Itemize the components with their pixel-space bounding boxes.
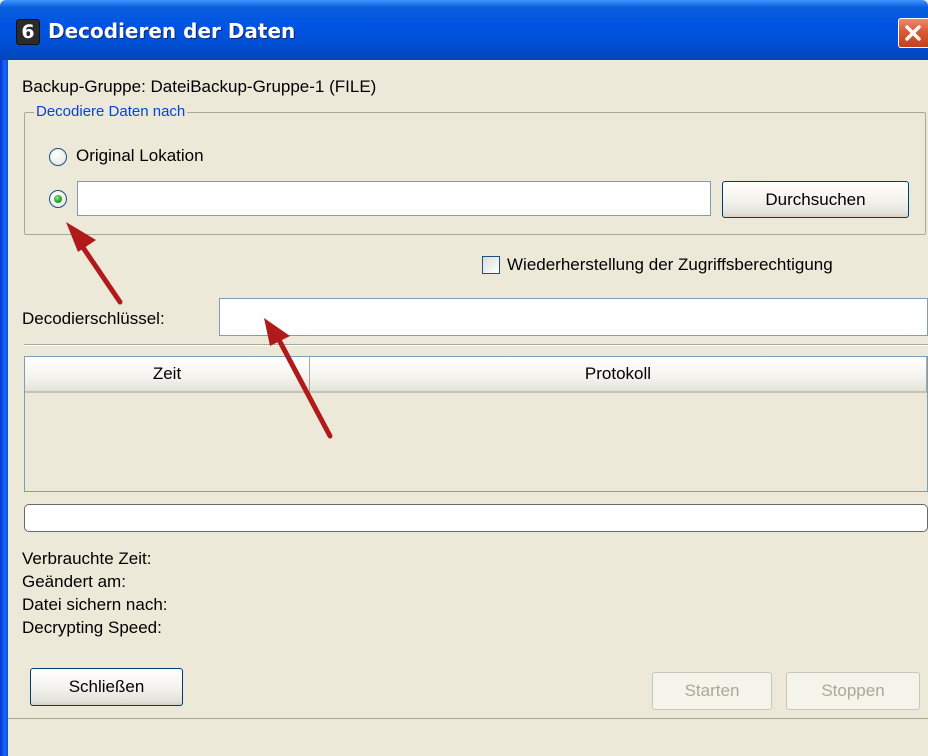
restore-permissions-label[interactable]: Wiederherstellung der Zugriffsberechtigu…: [507, 255, 833, 275]
save-to-label: Datei sichern nach:: [22, 595, 168, 614]
close-window-button[interactable]: [898, 18, 928, 48]
close-button[interactable]: Schließen: [30, 668, 183, 706]
stop-button[interactable]: Stoppen: [786, 672, 920, 710]
destination-path-input[interactable]: [77, 181, 711, 216]
close-icon: [905, 25, 921, 41]
elapsed-time-label: Verbrauchte Zeit:: [22, 549, 152, 568]
decode-key-input[interactable]: [219, 298, 928, 336]
title-bar[interactable]: 6 Decodieren der Daten: [0, 0, 928, 60]
decode-dialog: 6 Decodieren der Daten Backup-Gruppe: Da…: [0, 0, 928, 756]
column-header-zeit[interactable]: Zeit: [25, 357, 310, 393]
dialog-body: Backup-Gruppe: DateiBackup-Gruppe-1 (FIL…: [8, 60, 928, 756]
section-separator: [24, 344, 928, 346]
start-button[interactable]: Starten: [652, 672, 772, 710]
decode-key-label: Decodierschlüssel:: [22, 309, 165, 328]
window-title: Decodieren der Daten: [48, 19, 296, 43]
column-header-protokoll[interactable]: Protokoll: [310, 357, 927, 393]
status-bar: [8, 718, 928, 756]
modified-at-label: Geändert am:: [22, 572, 126, 591]
radio-original-location[interactable]: [49, 148, 67, 166]
decode-target-legend: Decodiere Daten nach: [34, 103, 188, 120]
radio-custom-location[interactable]: [49, 190, 67, 208]
log-table[interactable]: Zeit Protokoll: [24, 356, 928, 492]
restore-permissions-checkbox[interactable]: [482, 256, 500, 274]
browse-button[interactable]: Durchsuchen: [722, 181, 909, 218]
window-left-border: [0, 60, 8, 756]
progress-bar: [24, 504, 928, 532]
decrypt-speed-label: Decrypting Speed:: [22, 618, 162, 637]
radio-selected-icon: [54, 195, 62, 203]
backup-group-label: Backup-Gruppe: DateiBackup-Gruppe-1 (FIL…: [22, 77, 377, 96]
app-icon: 6: [16, 19, 40, 45]
original-location-label[interactable]: Original Lokation: [76, 146, 204, 166]
